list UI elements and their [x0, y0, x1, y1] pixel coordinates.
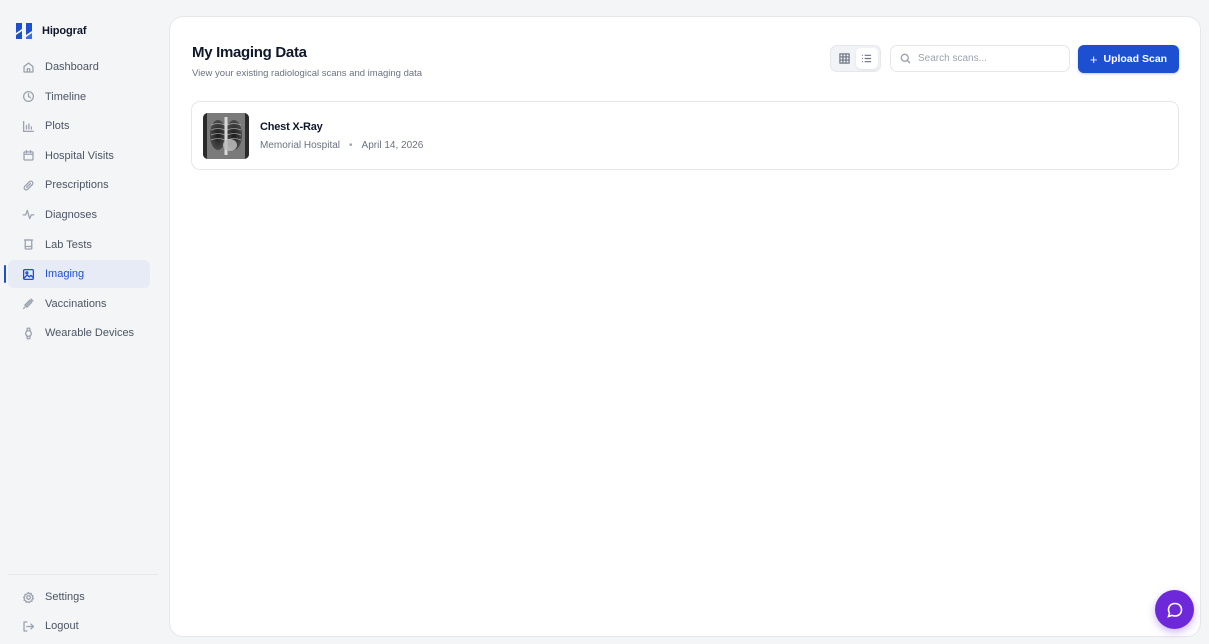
- brand[interactable]: Hipograf: [0, 0, 158, 44]
- sidebar-footer: Settings Logout: [8, 574, 158, 641]
- sidebar-item-plots[interactable]: Plots: [8, 112, 150, 140]
- meta-separator: •: [349, 139, 353, 151]
- sidebar-item-timeline[interactable]: Timeline: [8, 83, 150, 111]
- scan-info: Chest X-Ray Memorial Hospital • April 14…: [260, 121, 423, 151]
- sidebar-item-imaging[interactable]: Imaging: [4, 260, 150, 289]
- page-title: My Imaging Data: [192, 44, 307, 61]
- main-panel: My Imaging Data View your existing radio…: [169, 16, 1201, 637]
- sidebar-item-label: Settings: [45, 591, 85, 603]
- sidebar-item-hospital-visits[interactable]: Hospital Visits: [8, 142, 150, 170]
- sidebar-item-label: Vaccinations: [45, 297, 107, 310]
- grid-icon: [839, 53, 850, 64]
- gear-icon: [22, 591, 35, 603]
- scan-date: April 14, 2026: [361, 139, 424, 151]
- view-toggle: [830, 45, 881, 72]
- sidebar-item-vaccinations[interactable]: Vaccinations: [8, 290, 150, 318]
- sidebar-item-label: Plots: [45, 120, 70, 133]
- sidebar-item-label: Wearable Devices: [45, 327, 135, 340]
- plus-icon: +: [1089, 51, 1098, 67]
- sidebar-item-label: Diagnoses: [45, 208, 97, 221]
- sidebar-item-diagnoses[interactable]: Diagnoses: [8, 201, 150, 229]
- search-input[interactable]: [918, 53, 1058, 64]
- brand-name: Hipograf: [42, 24, 87, 37]
- syringe-icon: [22, 298, 34, 310]
- list-view-button[interactable]: [855, 48, 878, 69]
- search-box: [890, 45, 1070, 72]
- home-icon: [23, 61, 34, 73]
- clock-icon: [22, 91, 35, 103]
- logout-icon: [23, 620, 35, 632]
- page-subtitle: View your existing radiological scans an…: [192, 68, 423, 79]
- hipograf-logo-icon: [16, 22, 32, 39]
- sidebar: Hipograf Dashboard Timeline Plots Hospit…: [0, 0, 158, 644]
- test-tube-icon: [23, 239, 34, 250]
- sidebar-item-wearable-devices[interactable]: Wearable Devices: [8, 319, 150, 347]
- sidebar-nav: Dashboard Timeline Plots Hospital Visits…: [0, 53, 158, 349]
- scan-list-item[interactable]: Chest X-Ray Memorial Hospital • April 14…: [191, 101, 1179, 170]
- image-icon: [22, 268, 35, 280]
- grid-view-button[interactable]: [833, 48, 855, 69]
- pill-icon: [23, 180, 34, 191]
- sidebar-item-label: Lab Tests: [45, 238, 92, 251]
- chat-button[interactable]: [1155, 590, 1194, 629]
- sidebar-item-label: Logout: [45, 620, 79, 632]
- chest-xray-thumbnail: [203, 112, 249, 159]
- search-icon: [900, 53, 911, 64]
- calendar-icon: [23, 150, 34, 161]
- scan-hospital: Memorial Hospital: [260, 139, 341, 151]
- sidebar-item-dashboard[interactable]: Dashboard: [8, 53, 150, 81]
- sidebar-item-label: Timeline: [45, 90, 87, 103]
- list-icon: [862, 54, 872, 63]
- sidebar-item-label: Hospital Visits: [45, 149, 114, 162]
- sidebar-item-label: Dashboard: [45, 61, 99, 73]
- upload-scan-button[interactable]: + Upload Scan: [1078, 45, 1179, 73]
- bar-chart-icon: [22, 120, 35, 132]
- sidebar-item-logout[interactable]: Logout: [8, 612, 158, 640]
- upload-scan-label: Upload Scan: [1103, 53, 1168, 65]
- sidebar-item-lab-tests[interactable]: Lab Tests: [8, 231, 150, 259]
- sidebar-item-label: Prescriptions: [45, 179, 109, 192]
- watch-icon: [25, 327, 32, 340]
- sidebar-item-label: Imaging: [45, 268, 85, 281]
- activity-icon: [22, 210, 35, 220]
- sidebar-item-prescriptions[interactable]: Prescriptions: [8, 171, 150, 199]
- scan-meta: Memorial Hospital • April 14, 2026: [260, 140, 423, 151]
- sidebar-item-settings[interactable]: Settings: [8, 583, 158, 611]
- xray-image: [203, 112, 249, 159]
- chat-bubble-icon: [1166, 602, 1182, 618]
- scan-title: Chest X-Ray: [260, 120, 323, 133]
